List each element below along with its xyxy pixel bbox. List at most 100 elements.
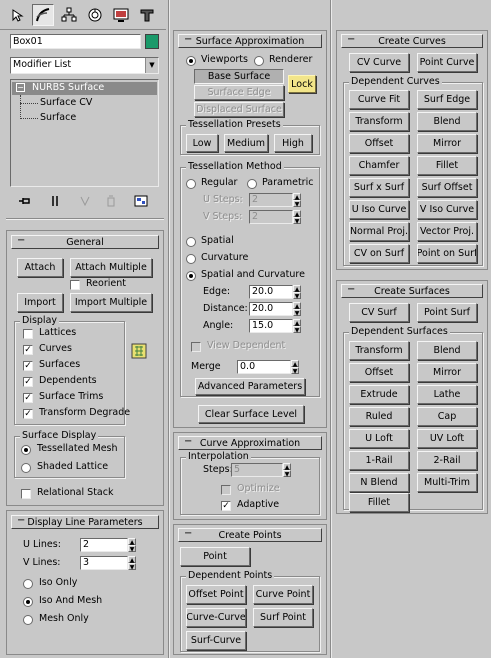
iso-and-mesh-radio[interactable] [23,597,33,607]
lattices-checkbox[interactable] [23,329,33,339]
v-iso-curve-button[interactable]: V Iso Curve [417,200,477,219]
curve-fillet-button[interactable]: Fillet [417,156,477,175]
point-surf-button[interactable]: Point Surf [417,303,477,322]
curve-approx-rollout-header[interactable]: − Curve Approximation [178,436,322,450]
stack-subitem-surface-cv[interactable]: Surface CV [40,97,92,108]
surf-x-surf-button[interactable]: Surf x Surf [349,178,409,197]
surface-edge-button[interactable]: Surface Edge [194,85,284,100]
clear-surface-level-button[interactable]: Clear Surface Level [198,405,304,423]
mesh-only-radio[interactable] [23,615,33,625]
optimize-checkbox[interactable] [221,485,231,495]
surf-mirror-button[interactable]: Mirror [417,363,477,382]
motion-icon[interactable] [84,4,106,26]
two-rail-button[interactable]: 2-Rail [417,451,477,470]
viewports-radio[interactable] [186,56,196,66]
distance-spinner[interactable]: 20.0 [249,302,293,316]
offset-point-button[interactable]: Offset Point [186,585,246,604]
distance-spinner-arrows[interactable]: ▲ ▼ [293,302,301,317]
curve-fit-button[interactable]: Curve Fit [349,90,409,109]
surfaces-checkbox[interactable]: ✓ [23,361,33,371]
attach-button[interactable]: Attach [17,258,63,277]
utilities-icon[interactable] [136,4,158,26]
stack-subitem-surface[interactable]: Surface [40,112,76,123]
extrude-button[interactable]: Extrude [349,385,409,404]
display-line-rollout-header[interactable]: − Display Line Parameters [11,515,159,529]
curve-offset-button[interactable]: Offset [349,134,409,153]
curves-checkbox[interactable]: ✓ [23,345,33,355]
normal-proj-button[interactable]: Normal Proj. [349,222,409,241]
point-on-surf-button[interactable]: Point on Surf [417,244,477,263]
curvature-radio[interactable] [186,254,196,264]
u-steps-spinner-arrows[interactable]: ▲ ▼ [293,193,301,208]
remove-modifier-icon[interactable] [100,190,122,212]
surf-offset-dep-button[interactable]: Offset [349,363,409,382]
u-loft-button[interactable]: U Loft [349,429,409,448]
modify-icon[interactable] [32,4,54,26]
lathe-button[interactable]: Lathe [417,385,477,404]
general-rollout-header[interactable]: − General [11,235,159,249]
u-steps-spinner[interactable]: 2 [249,193,293,207]
spatial-curvature-radio[interactable] [186,271,196,281]
reorient-checkbox[interactable] [70,280,80,290]
pin-stack-icon[interactable] [14,190,36,212]
curve-point-button[interactable]: Curve Point [253,585,313,604]
nurbs-toolbox-icon[interactable] [129,341,149,361]
one-rail-button[interactable]: 1-Rail [349,451,409,470]
low-preset-button[interactable]: Low [186,134,218,152]
renderer-radio[interactable] [254,56,264,66]
vector-proj-button[interactable]: Vector Proj. [417,222,477,241]
edge-spinner-arrows[interactable]: ▲ ▼ [293,285,301,300]
surf-edge-button[interactable]: Surf Edge [417,90,477,109]
object-color-swatch[interactable] [145,34,159,49]
ruled-button[interactable]: Ruled [349,407,409,426]
import-multiple-button[interactable]: Import Multiple [70,293,152,312]
cv-on-surf-button[interactable]: CV on Surf [349,244,409,263]
u-lines-spinner[interactable]: 2 [80,538,128,552]
stack-item-nurbs[interactable]: − NURBS Surface [12,82,157,95]
surf-curve-button[interactable]: Surf-Curve [186,631,246,650]
transform-degrade-checkbox[interactable]: ✓ [23,409,33,419]
surface-approx-rollout-header[interactable]: − Surface Approximation [178,34,322,48]
surf-blend-button[interactable]: Blend [417,341,477,360]
cap-button[interactable]: Cap [417,407,477,426]
surface-trims-checkbox[interactable]: ✓ [23,393,33,403]
iso-only-radio[interactable] [23,579,33,589]
regular-radio[interactable] [186,179,196,189]
lock-button[interactable]: Lock [288,75,316,93]
v-steps-spinner-arrows[interactable]: ▲ ▼ [293,210,301,225]
v-lines-spinner[interactable]: 3 [80,556,128,570]
point-button[interactable]: Point [180,547,250,566]
curve-mirror-button[interactable]: Mirror [417,134,477,153]
make-unique-icon[interactable] [74,190,96,212]
hierarchy-icon[interactable] [58,4,80,26]
steps-spinner[interactable]: 5 [231,463,283,477]
object-name-input[interactable]: Box01 [10,34,141,49]
modifier-list-dropdown[interactable]: Modifier List ▼ [10,57,159,74]
chamfer-button[interactable]: Chamfer [349,156,409,175]
high-preset-button[interactable]: High [274,134,312,152]
dependents-checkbox[interactable]: ✓ [23,377,33,387]
v-lines-spinner-arrows[interactable]: ▲ ▼ [128,556,136,571]
advanced-parameters-button[interactable]: Advanced Parameters [195,378,305,395]
u-lines-spinner-arrows[interactable]: ▲ ▼ [128,538,136,553]
surf-transform-button[interactable]: Transform [349,341,409,360]
v-steps-spinner[interactable]: 2 [249,210,293,224]
modifier-stack[interactable]: − NURBS Surface Surface CV Surface [10,79,159,187]
configure-sets-icon[interactable] [130,190,152,212]
cv-surf-button[interactable]: CV Surf [349,303,409,322]
parametric-radio[interactable] [247,179,257,189]
attach-multiple-button[interactable]: Attach Multiple [70,258,152,277]
n-blend-button[interactable]: N Blend [349,473,409,492]
create-points-rollout-header[interactable]: − Create Points [178,528,322,542]
point-curve-button[interactable]: Point Curve [417,53,477,72]
curve-curve-button[interactable]: Curve-Curve [186,608,246,627]
create-surfaces-rollout-header[interactable]: − Create Surfaces [341,284,483,298]
view-dependent-checkbox[interactable] [191,342,201,352]
edge-spinner[interactable]: 20.0 [249,285,293,299]
spatial-radio[interactable] [186,237,196,247]
display-icon[interactable] [110,4,132,26]
medium-preset-button[interactable]: Medium [224,134,268,152]
create-icon[interactable] [6,4,28,26]
curve-blend-button[interactable]: Blend [417,112,477,131]
displaced-surface-button[interactable]: Displaced Surface [194,102,284,117]
